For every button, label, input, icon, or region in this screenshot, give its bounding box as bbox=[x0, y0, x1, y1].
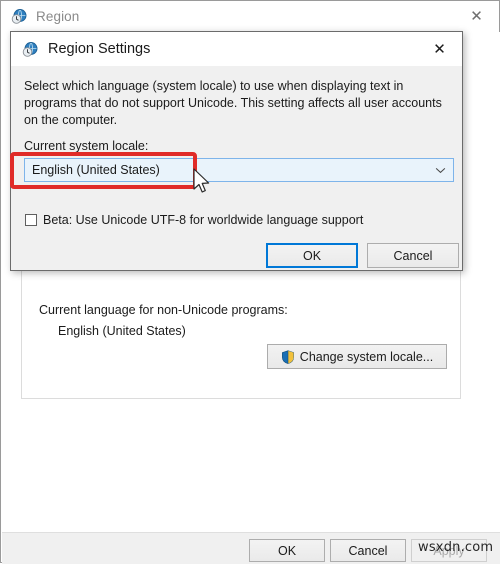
non-unicode-programs-label: Current language for non-Unicode program… bbox=[39, 303, 288, 317]
region-settings-description: Select which language (system locale) to… bbox=[24, 79, 442, 127]
change-system-locale-label: Change system locale... bbox=[299, 349, 434, 364]
region-settings-body: Select which language (system locale) to… bbox=[12, 66, 461, 268]
region-ok-button[interactable]: OK bbox=[249, 539, 325, 562]
dialog-ok-label: OK bbox=[302, 248, 322, 263]
region-settings-dialog: Region Settings ✕ Select which language … bbox=[10, 31, 463, 271]
beta-utf8-checkbox-row[interactable]: Beta: Use Unicode UTF-8 for worldwide la… bbox=[25, 213, 363, 227]
close-icon: ✕ bbox=[470, 7, 483, 25]
dialog-cancel-label: Cancel bbox=[393, 248, 433, 263]
dialog-cancel-button[interactable]: Cancel bbox=[367, 243, 459, 268]
region-cancel-button[interactable]: Cancel bbox=[330, 539, 406, 562]
close-icon: ✕ bbox=[433, 39, 446, 58]
current-system-locale-label: Current system locale: bbox=[24, 139, 149, 153]
region-globe-clock-icon bbox=[11, 8, 28, 25]
region-window-title: Region bbox=[36, 9, 80, 24]
change-system-locale-button[interactable]: Change system locale... bbox=[267, 344, 447, 369]
region-window-titlebar[interactable]: Region bbox=[1, 1, 499, 32]
uac-shield-icon bbox=[281, 349, 295, 364]
region-ok-label: OK bbox=[277, 543, 297, 558]
region-window-close-button[interactable]: ✕ bbox=[454, 1, 499, 31]
region-settings-close-button[interactable]: ✕ bbox=[417, 32, 462, 65]
current-system-locale-value: English (United States) bbox=[32, 163, 160, 177]
beta-utf8-checkbox[interactable] bbox=[25, 214, 37, 226]
current-system-locale-combobox[interactable]: English (United States) bbox=[24, 158, 454, 182]
non-unicode-programs-value: English (United States) bbox=[58, 324, 186, 338]
region-settings-title: Region Settings bbox=[48, 41, 151, 57]
beta-utf8-label: Beta: Use Unicode UTF-8 for worldwide la… bbox=[43, 213, 364, 227]
dialog-ok-button[interactable]: OK bbox=[266, 243, 358, 268]
region-settings-titlebar[interactable]: Region Settings bbox=[11, 32, 462, 66]
watermark-text: wsxdn.com bbox=[418, 540, 494, 555]
region-cancel-label: Cancel bbox=[348, 543, 388, 558]
chevron-down-icon[interactable] bbox=[427, 167, 453, 174]
region-globe-clock-icon bbox=[22, 41, 39, 58]
